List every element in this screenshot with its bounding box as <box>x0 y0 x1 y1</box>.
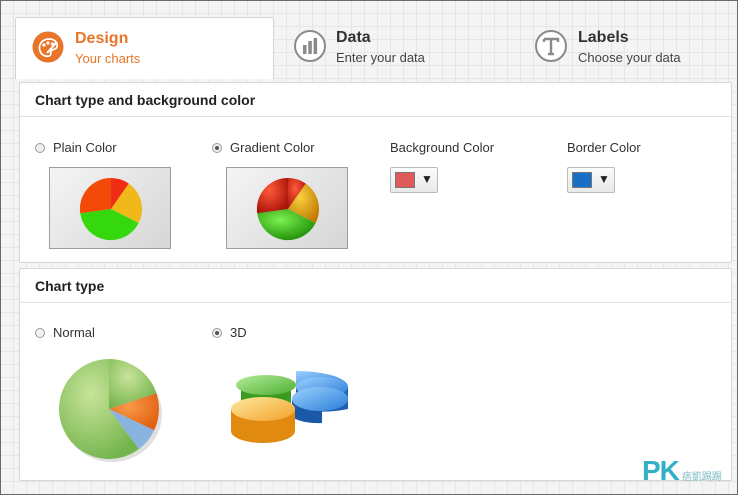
border-color-swatch <box>572 172 592 188</box>
background-color-picker[interactable]: ▼ <box>390 167 438 193</box>
tab-labels-subtitle: Choose your data <box>578 50 681 65</box>
3d-pie-preview[interactable] <box>226 369 356 454</box>
watermark-logo: PK <box>642 455 680 486</box>
tab-labels[interactable]: Labels Choose your data <box>533 17 733 77</box>
plain-color-option[interactable]: Plain Color <box>35 140 117 155</box>
tab-design[interactable]: Design Your charts <box>15 17 274 79</box>
3d-chart-option[interactable]: 3D <box>212 325 247 340</box>
normal-chart-option[interactable]: Normal <box>35 325 95 340</box>
tab-design-subtitle: Your charts <box>75 51 141 66</box>
gradient-color-option[interactable]: Gradient Color <box>212 140 315 155</box>
background-color-panel: Chart type and background color Plain Co… <box>19 82 732 263</box>
plain-color-radio[interactable] <box>35 142 45 153</box>
watermark: PK 痞凱踢踢 <box>642 453 722 489</box>
watermark-text: 痞凱踢踢 <box>681 471 722 483</box>
border-color-label: Border Color <box>567 140 641 155</box>
text-tool-icon <box>535 30 567 62</box>
tab-labels-title: Labels <box>578 29 629 46</box>
plain-color-preview[interactable] <box>49 167 171 249</box>
gradient-pie-icon <box>256 177 320 241</box>
gradient-color-preview[interactable] <box>226 167 348 249</box>
bar-chart-icon <box>294 30 326 62</box>
normal-pie-preview[interactable] <box>56 357 166 462</box>
panel-title: Chart type <box>20 269 731 303</box>
tab-data-title: Data <box>336 29 371 46</box>
palette-icon <box>32 31 64 63</box>
background-color-label: Background Color <box>390 140 495 155</box>
tab-design-title: Design <box>75 30 129 47</box>
3d-chart-label: 3D <box>230 325 247 340</box>
chevron-down-icon: ▼ <box>598 172 610 186</box>
plain-color-label: Plain Color <box>53 140 117 155</box>
background-color-swatch <box>395 172 415 188</box>
gradient-color-radio[interactable] <box>212 142 222 153</box>
tab-data[interactable]: Data Enter your data <box>291 17 521 77</box>
chevron-down-icon: ▼ <box>421 172 433 186</box>
border-color-picker[interactable]: ▼ <box>567 167 615 193</box>
normal-chart-label: Normal <box>53 325 95 340</box>
tab-data-subtitle: Enter your data <box>336 50 425 65</box>
normal-chart-radio[interactable] <box>35 327 45 338</box>
plain-pie-icon <box>79 177 143 241</box>
chart-type-panel: Chart type Normal 3D <box>19 268 732 481</box>
gradient-color-label: Gradient Color <box>230 140 315 155</box>
panel-title: Chart type and background color <box>20 83 731 117</box>
3d-chart-radio[interactable] <box>212 327 222 338</box>
tab-bar: Design Your charts Data Enter your data … <box>1 1 738 79</box>
